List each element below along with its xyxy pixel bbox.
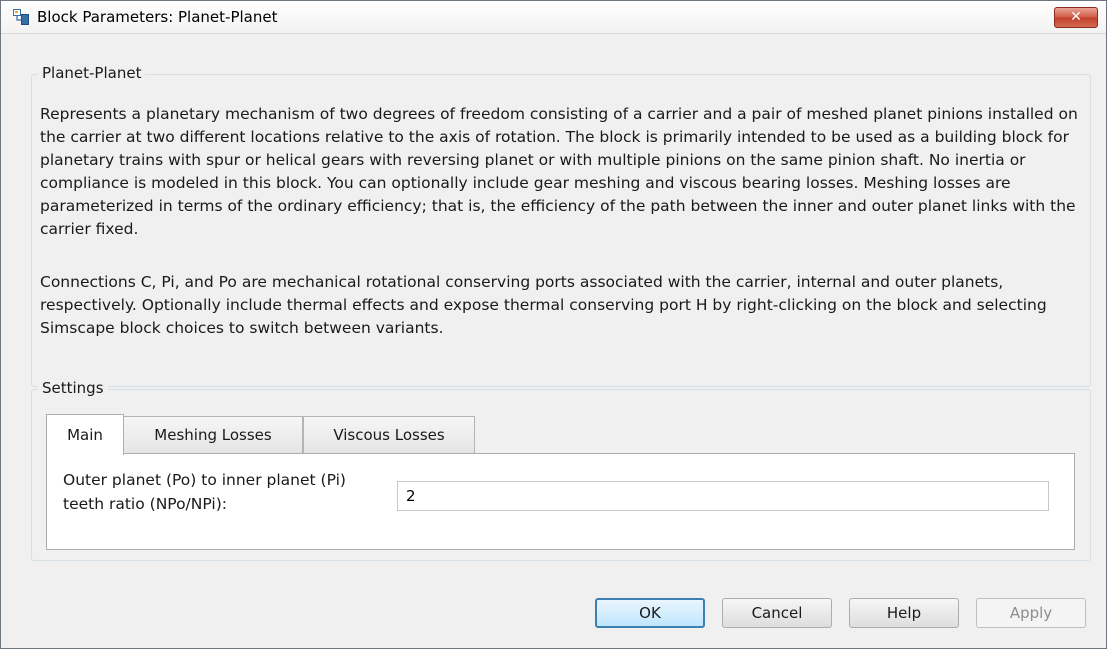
close-icon: ✕ (1070, 9, 1082, 25)
window-title: Block Parameters: Planet-Planet (37, 8, 278, 26)
ok-button[interactable]: OK (595, 598, 705, 628)
cancel-button[interactable]: Cancel (722, 598, 832, 628)
teeth-ratio-label: Outer planet (Po) to inner planet (Pi) t… (63, 471, 346, 513)
description-group: Planet-Planet Represents a planetary mec… (31, 64, 1091, 387)
tab-main[interactable]: Main (46, 414, 124, 455)
close-button[interactable]: ✕ (1054, 7, 1098, 28)
apply-button[interactable]: Apply (976, 598, 1086, 628)
tab-viscous-losses[interactable]: Viscous Losses (303, 416, 475, 453)
teeth-ratio-input[interactable] (397, 481, 1049, 511)
dialog-content: Planet-Planet Represents a planetary mec… (1, 34, 1106, 648)
title-bar[interactable]: Block Parameters: Planet-Planet ✕ (1, 1, 1106, 34)
tab-meshing-losses[interactable]: Meshing Losses (123, 416, 303, 453)
block-description: Represents a planetary mechanism of two … (40, 105, 1078, 238)
block-connections-description: Connections C, Pi, and Po are mechanical… (40, 273, 1047, 337)
settings-group-label: Settings (38, 379, 108, 397)
help-button[interactable]: Help (849, 598, 959, 628)
tab-panel-main: Outer planet (Po) to inner planet (Pi) t… (46, 453, 1075, 550)
simulink-block-icon (13, 9, 29, 25)
description-group-label: Planet-Planet (38, 64, 146, 82)
block-parameters-dialog: Block Parameters: Planet-Planet ✕ Planet… (0, 0, 1107, 649)
